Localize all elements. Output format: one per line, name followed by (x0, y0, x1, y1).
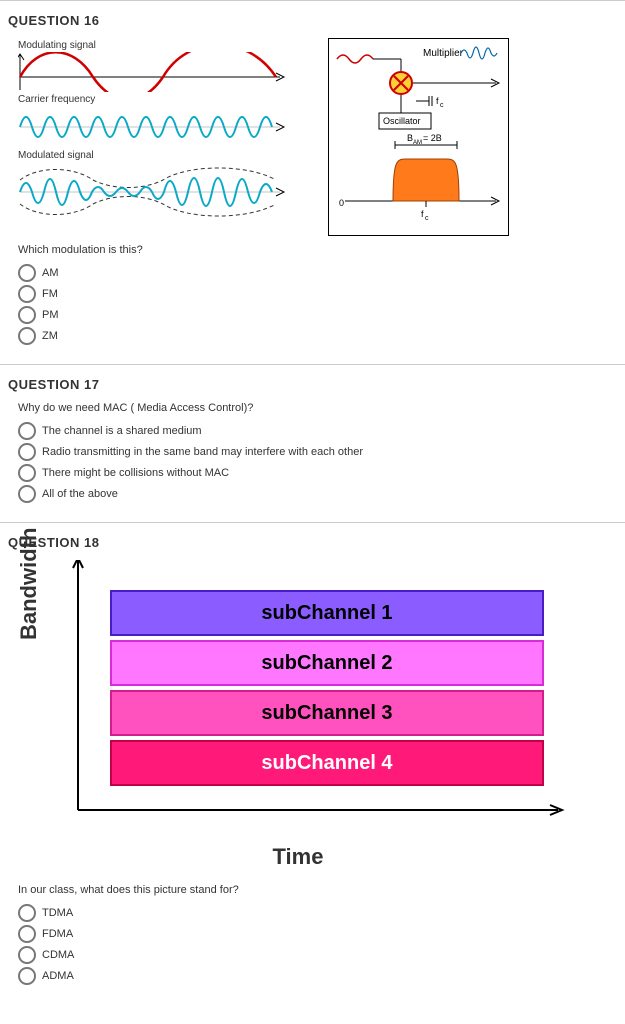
option-label: FDMA (42, 928, 73, 940)
q18-prompt: In our class, what does this picture sta… (18, 884, 617, 896)
radio-icon (18, 264, 36, 282)
radio-icon (18, 443, 36, 461)
oscillator-label: Oscillator (383, 116, 421, 126)
q17-opt-1[interactable]: The channel is a shared medium (18, 422, 617, 440)
radio-icon (18, 327, 36, 345)
svg-text:f: f (436, 96, 439, 106)
svg-text:AM: AM (413, 140, 422, 146)
q16-label-modulating: Modulating signal (18, 40, 298, 51)
am-block-diagram: Multiplier fc Oscillator BAM = 2B (331, 41, 502, 229)
svg-text:0: 0 (339, 198, 344, 208)
q18-title: QUESTION 18 (8, 535, 617, 550)
q16-options: AM FM PM ZM (18, 264, 617, 345)
svg-text:f: f (421, 209, 424, 219)
q16-opt-fm[interactable]: FM (18, 285, 617, 303)
q16-opt-am[interactable]: AM (18, 264, 617, 282)
option-label: CDMA (42, 949, 74, 961)
q16-opt-zm[interactable]: ZM (18, 327, 617, 345)
modulated-wave (18, 162, 298, 222)
option-label: All of the above (42, 488, 118, 500)
q16-diagram: Modulating signal Carrier frequency Modu… (18, 38, 617, 236)
q16-label-modulated: Modulated signal (18, 150, 298, 161)
question-17: QUESTION 17 Why do we need MAC ( Media A… (0, 364, 625, 522)
carrier-wave (18, 106, 298, 148)
q18-xlabel: Time (18, 844, 578, 870)
radio-icon (18, 946, 36, 964)
q17-opt-2[interactable]: Radio transmitting in the same band may … (18, 443, 617, 461)
q17-opt-3[interactable]: There might be collisions without MAC (18, 464, 617, 482)
radio-icon (18, 306, 36, 324)
q16-title: QUESTION 16 (8, 13, 617, 28)
radio-icon (18, 422, 36, 440)
subchannel-1-bar: subChannel 1 (110, 590, 544, 636)
svg-text:c: c (425, 215, 429, 222)
option-label: ADMA (42, 970, 74, 982)
q16-label-carrier: Carrier frequency (18, 94, 298, 105)
question-18: QUESTION 18 Bandwidth subChannel 1 subCh… (0, 522, 625, 1004)
option-label: ZM (42, 330, 58, 342)
q17-opt-4[interactable]: All of the above (18, 485, 617, 503)
q18-ylabel: Bandwidth (16, 528, 42, 640)
option-label: FM (42, 288, 58, 300)
q16-opt-pm[interactable]: PM (18, 306, 617, 324)
option-label: TDMA (42, 907, 73, 919)
option-label: Radio transmitting in the same band may … (42, 446, 363, 458)
q18-opt-fdma[interactable]: FDMA (18, 925, 617, 943)
q18-opt-cdma[interactable]: CDMA (18, 946, 617, 964)
q16-prompt: Which modulation is this? (18, 244, 617, 256)
radio-icon (18, 925, 36, 943)
radio-icon (18, 904, 36, 922)
radio-icon (18, 464, 36, 482)
q18-options: TDMA FDMA CDMA ADMA (18, 904, 617, 985)
q18-opt-tdma[interactable]: TDMA (18, 904, 617, 922)
option-label: PM (42, 309, 59, 321)
radio-icon (18, 967, 36, 985)
radio-icon (18, 485, 36, 503)
q16-schematic: Multiplier fc Oscillator BAM = 2B (328, 38, 509, 236)
radio-icon (18, 285, 36, 303)
q18-diagram: Bandwidth subChannel 1 subChannel 2 subC… (18, 560, 578, 870)
q16-waveforms: Modulating signal Carrier frequency Modu… (18, 38, 298, 236)
subchannel-2-bar: subChannel 2 (110, 640, 544, 686)
q17-title: QUESTION 17 (8, 377, 617, 392)
question-16: QUESTION 16 Modulating signal Carrier fr… (0, 0, 625, 364)
q17-options: The channel is a shared medium Radio tra… (18, 422, 617, 503)
option-label: There might be collisions without MAC (42, 467, 229, 479)
modulating-signal-wave (18, 52, 298, 92)
svg-text:c: c (440, 102, 444, 109)
q18-opt-adma[interactable]: ADMA (18, 967, 617, 985)
multiplier-label: Multiplier (423, 48, 464, 59)
q18-axes: subChannel 1 subChannel 2 subChannel 3 s… (78, 570, 558, 830)
option-label: The channel is a shared medium (42, 425, 202, 437)
svg-text:= 2B: = 2B (423, 133, 442, 143)
subchannel-4-bar: subChannel 4 (110, 740, 544, 786)
subchannel-3-bar: subChannel 3 (110, 690, 544, 736)
option-label: AM (42, 267, 59, 279)
q17-prompt: Why do we need MAC ( Media Access Contro… (18, 402, 617, 414)
